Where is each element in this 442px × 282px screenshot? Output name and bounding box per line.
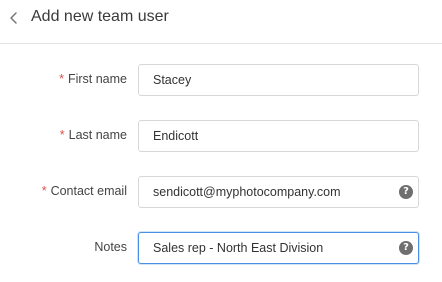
page-title: Add new team user bbox=[31, 8, 169, 25]
contact-email-input[interactable]: sendicott@myphotocompany.com ? bbox=[138, 176, 419, 208]
first-name-row: * First name Stacey bbox=[0, 64, 442, 96]
notes-row: Notes Sales rep - North East Division ? bbox=[0, 232, 442, 264]
back-button[interactable] bbox=[2, 6, 24, 30]
last-name-label: * Last name bbox=[60, 128, 127, 142]
notes-input[interactable]: Sales rep - North East Division ? bbox=[138, 232, 419, 264]
last-name-input[interactable]: Endicott bbox=[138, 120, 419, 152]
first-name-label-text: First name bbox=[67, 72, 127, 86]
last-name-row: * Last name Endicott bbox=[0, 120, 442, 152]
question-circle-icon[interactable]: ? bbox=[399, 241, 413, 255]
question-circle-icon[interactable]: ? bbox=[399, 185, 413, 199]
page-header: Add new team user bbox=[0, 0, 442, 44]
required-marker: * bbox=[59, 72, 64, 86]
notes-label-text: Notes bbox=[94, 240, 127, 254]
last-name-value: Endicott bbox=[153, 129, 199, 143]
required-marker: * bbox=[41, 184, 47, 198]
first-name-value: Stacey bbox=[153, 73, 192, 87]
last-name-label-text: Last name bbox=[68, 128, 127, 142]
first-name-input[interactable]: Stacey bbox=[138, 64, 419, 96]
contact-email-value: sendicott@myphotocompany.com bbox=[153, 185, 341, 199]
notes-label: Notes bbox=[94, 240, 127, 254]
chevron-left-icon bbox=[2, 6, 24, 30]
contact-email-label: * Contact email bbox=[42, 184, 127, 198]
contact-email-row: * Contact email sendicott@myphotocompany.… bbox=[0, 176, 442, 208]
notes-value: Sales rep - North East Division bbox=[153, 241, 324, 255]
required-marker: * bbox=[59, 128, 65, 142]
contact-email-label-text: Contact email bbox=[50, 184, 127, 198]
first-name-label: * First name bbox=[59, 72, 127, 86]
